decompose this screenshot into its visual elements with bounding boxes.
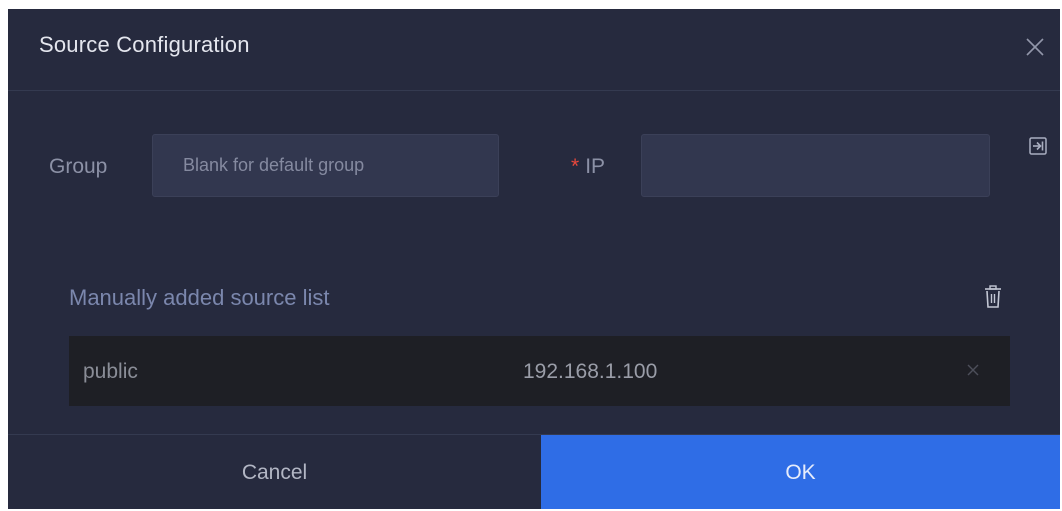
required-mark: * [571, 155, 580, 178]
source-list-title: Manually added source list [69, 285, 330, 310]
ip-label-text: IP [585, 155, 606, 178]
ip-input[interactable] [641, 134, 990, 197]
dialog-header: Source Configuration [8, 9, 1060, 91]
remove-source-icon[interactable] [966, 363, 980, 377]
source-list-item: public 192.168.1.100 [69, 336, 1010, 406]
source-configuration-dialog: Source Configuration Group *IP Manually … [8, 9, 1060, 509]
trash-icon[interactable] [983, 285, 1003, 309]
source-name: public [83, 360, 138, 383]
close-icon[interactable] [1024, 36, 1046, 58]
import-icon[interactable] [1029, 137, 1047, 155]
ip-label: * IP [571, 155, 605, 179]
dialog-title: Source Configuration [39, 32, 250, 57]
dialog-footer: Cancel OK [8, 434, 1060, 509]
group-label: Group [49, 155, 108, 178]
ok-button[interactable]: OK [541, 435, 1060, 509]
source-ip: 192.168.1.100 [523, 360, 658, 383]
cancel-button[interactable]: Cancel [8, 435, 541, 509]
group-input[interactable] [152, 134, 499, 197]
